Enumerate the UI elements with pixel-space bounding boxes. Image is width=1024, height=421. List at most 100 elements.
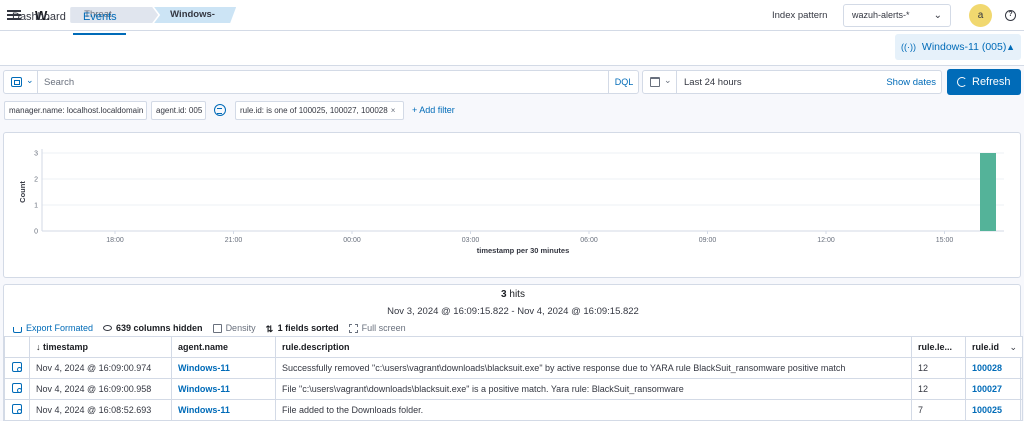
density-button[interactable]: Density: [212, 323, 256, 333]
filter-pill-rule-id[interactable]: rule.id: is one of 100025, 100027, 10002…: [235, 101, 404, 120]
refresh-icon: [957, 77, 967, 87]
tabs-row: [0, 31, 1024, 66]
cell-timestamp: Nov 4, 2024 @ 16:09:00.958: [29, 378, 172, 400]
columns-hidden-label: 639 columns hidden: [116, 323, 203, 333]
inspect-document-icon[interactable]: [12, 404, 22, 414]
table-row[interactable]: Nov 4, 2024 @ 16:09:00.958 Windows-11 Fi…: [4, 378, 1023, 400]
tab-events[interactable]: Events: [83, 11, 117, 23]
cell-agent-name[interactable]: Windows-11: [171, 399, 276, 421]
cell-rule-level: 7: [911, 399, 966, 421]
row-actions-header: [4, 336, 30, 358]
date-range-value[interactable]: Last 24 hours: [684, 77, 742, 88]
results-time-range: Nov 3, 2024 @ 16:09:15.822 - Nov 4, 2024…: [387, 306, 639, 317]
active-tab-indicator: [73, 33, 126, 35]
cell-rule-id[interactable]: 100028: [965, 357, 1023, 379]
density-icon: [212, 323, 222, 333]
column-header-agent-name[interactable]: agent.name: [171, 336, 276, 358]
sort-icon: ⇅: [265, 323, 274, 334]
histogram-bar: [980, 153, 996, 231]
cell-rule-description: File added to the Downloads folder.: [275, 399, 912, 421]
show-dates-link[interactable]: Show dates: [886, 77, 936, 88]
index-pattern-label: Index pattern: [772, 10, 828, 21]
x-tick-label: 18:00: [106, 237, 124, 244]
sort-desc-icon: ↓: [36, 342, 44, 352]
results-panel: 3 hits Nov 3, 2024 @ 16:09:15.822 - Nov …: [3, 284, 1023, 421]
x-tick-label: 12:00: [817, 237, 835, 244]
inspect-document-icon[interactable]: [12, 362, 22, 372]
saved-query-icon[interactable]: [11, 77, 22, 87]
cell-agent-name[interactable]: Windows-11: [171, 378, 276, 400]
table-header-row: ↓ timestamp agent.name rule.description …: [4, 336, 1023, 358]
sort-fields-button[interactable]: ⇅ 1 fields sorted: [265, 323, 339, 334]
y-axis-label: Count: [18, 181, 27, 203]
full-screen-icon: [348, 323, 358, 333]
y-tick-label: 3: [34, 151, 38, 158]
refresh-button[interactable]: Refresh: [947, 69, 1021, 95]
x-tick-label: 15:00: [936, 237, 954, 244]
divider: [37, 71, 38, 93]
export-label: Export Formated: [26, 323, 94, 333]
x-tick-label: 21:00: [225, 237, 243, 244]
hits-label: hits: [506, 289, 525, 300]
chevron-down-icon: ⌄: [933, 10, 942, 21]
add-filter-button[interactable]: + Add filter: [412, 105, 455, 115]
export-formatted-button[interactable]: Export Formated: [13, 323, 93, 333]
cell-agent-name[interactable]: Windows-11: [171, 357, 276, 379]
search-input[interactable]: Search: [44, 77, 74, 88]
pinned-agent-button[interactable]: ((·)) Windows-11 (005) ▲: [895, 34, 1021, 60]
full-screen-button[interactable]: Full screen: [348, 323, 406, 333]
close-icon[interactable]: ×: [391, 106, 396, 115]
histogram-chart: 0 1 2 3 18:00 21:00 00:00 03:00 06:00 09:00 12:00 1…: [18, 149, 1004, 255]
cell-rule-description: Successfully removed "c:\users\vagrant\d…: [275, 357, 912, 379]
date-picker: ⌄ Last 24 hours Show dates: [642, 70, 942, 94]
filter-pill-agent-id[interactable]: agent.id: 005: [151, 101, 206, 120]
cell-rule-level: 12: [911, 357, 966, 379]
table-row[interactable]: Nov 4, 2024 @ 16:08:52.693 Windows-11 Fi…: [4, 399, 1023, 421]
chevron-down-icon[interactable]: ⌄: [1009, 342, 1017, 353]
filter-options-icon[interactable]: [214, 104, 226, 116]
x-tick-label: 06:00: [580, 237, 598, 244]
fields-sorted-label: 1 fields sorted: [277, 323, 339, 333]
chevron-down-icon[interactable]: ⌄: [664, 75, 672, 86]
eye-closed-icon: [103, 325, 113, 331]
cell-rule-level: 12: [911, 378, 966, 400]
column-header-rule-description[interactable]: rule.description: [275, 336, 912, 358]
cell-timestamp: Nov 4, 2024 @ 16:09:00.974: [29, 357, 172, 379]
filter-pill-label: rule.id: is one of 100025, 100027, 10002…: [240, 106, 388, 115]
tab-dashboard[interactable]: Dashboard: [12, 11, 66, 23]
hits-count: 3 hits: [4, 289, 1022, 300]
cell-rule-id[interactable]: 100025: [965, 399, 1023, 421]
export-icon: [13, 326, 22, 333]
y-tick-label: 2: [34, 177, 38, 184]
pin-icon[interactable]: ▲: [1006, 34, 1015, 60]
pinned-agent-label: Windows-11 (005): [921, 41, 1007, 53]
x-tick-label: 09:00: [699, 237, 717, 244]
refresh-label: Refresh: [972, 76, 1011, 88]
cell-rule-id[interactable]: 100027: [965, 378, 1023, 400]
index-pattern-value: wazuh-alerts-*: [852, 10, 910, 20]
full-screen-label: Full screen: [361, 323, 406, 333]
calendar-icon[interactable]: [650, 77, 660, 87]
table-row[interactable]: Nov 4, 2024 @ 16:09:00.974 Windows-11 Su…: [4, 357, 1023, 379]
y-tick-label: 1: [34, 203, 38, 210]
help-icon[interactable]: ?: [1005, 10, 1016, 21]
x-tick-label: 03:00: [462, 237, 480, 244]
columns-hidden-button[interactable]: 639 columns hidden: [103, 323, 203, 333]
query-language-button[interactable]: DQL: [608, 71, 639, 93]
events-table: ↓ timestamp agent.name rule.description …: [4, 336, 1023, 421]
divider: [676, 71, 677, 93]
user-avatar[interactable]: a: [969, 4, 992, 27]
index-pattern-select[interactable]: wazuh-alerts-* ⌄: [843, 4, 951, 27]
cell-timestamp: Nov 4, 2024 @ 16:08:52.693: [29, 399, 172, 421]
column-header-timestamp[interactable]: ↓ timestamp: [29, 336, 172, 358]
x-axis-label: timestamp per 30 minutes: [477, 246, 570, 255]
column-header-rule-level[interactable]: rule.le...: [911, 336, 966, 358]
filter-pill-manager-name[interactable]: manager.name: localhost.localdomain: [4, 101, 147, 120]
antenna-icon: ((·)): [901, 42, 916, 52]
grid-toolbar: Export Formated 639 columns hidden Densi…: [13, 322, 416, 334]
density-label: Density: [225, 323, 256, 333]
inspect-document-icon[interactable]: [12, 383, 22, 393]
chevron-down-icon[interactable]: ⌄: [26, 75, 34, 86]
column-header-rule-id[interactable]: rule.id ⌄: [965, 336, 1023, 358]
cell-rule-description: File "c:\users\vagrant\downloads\blacksu…: [275, 378, 912, 400]
